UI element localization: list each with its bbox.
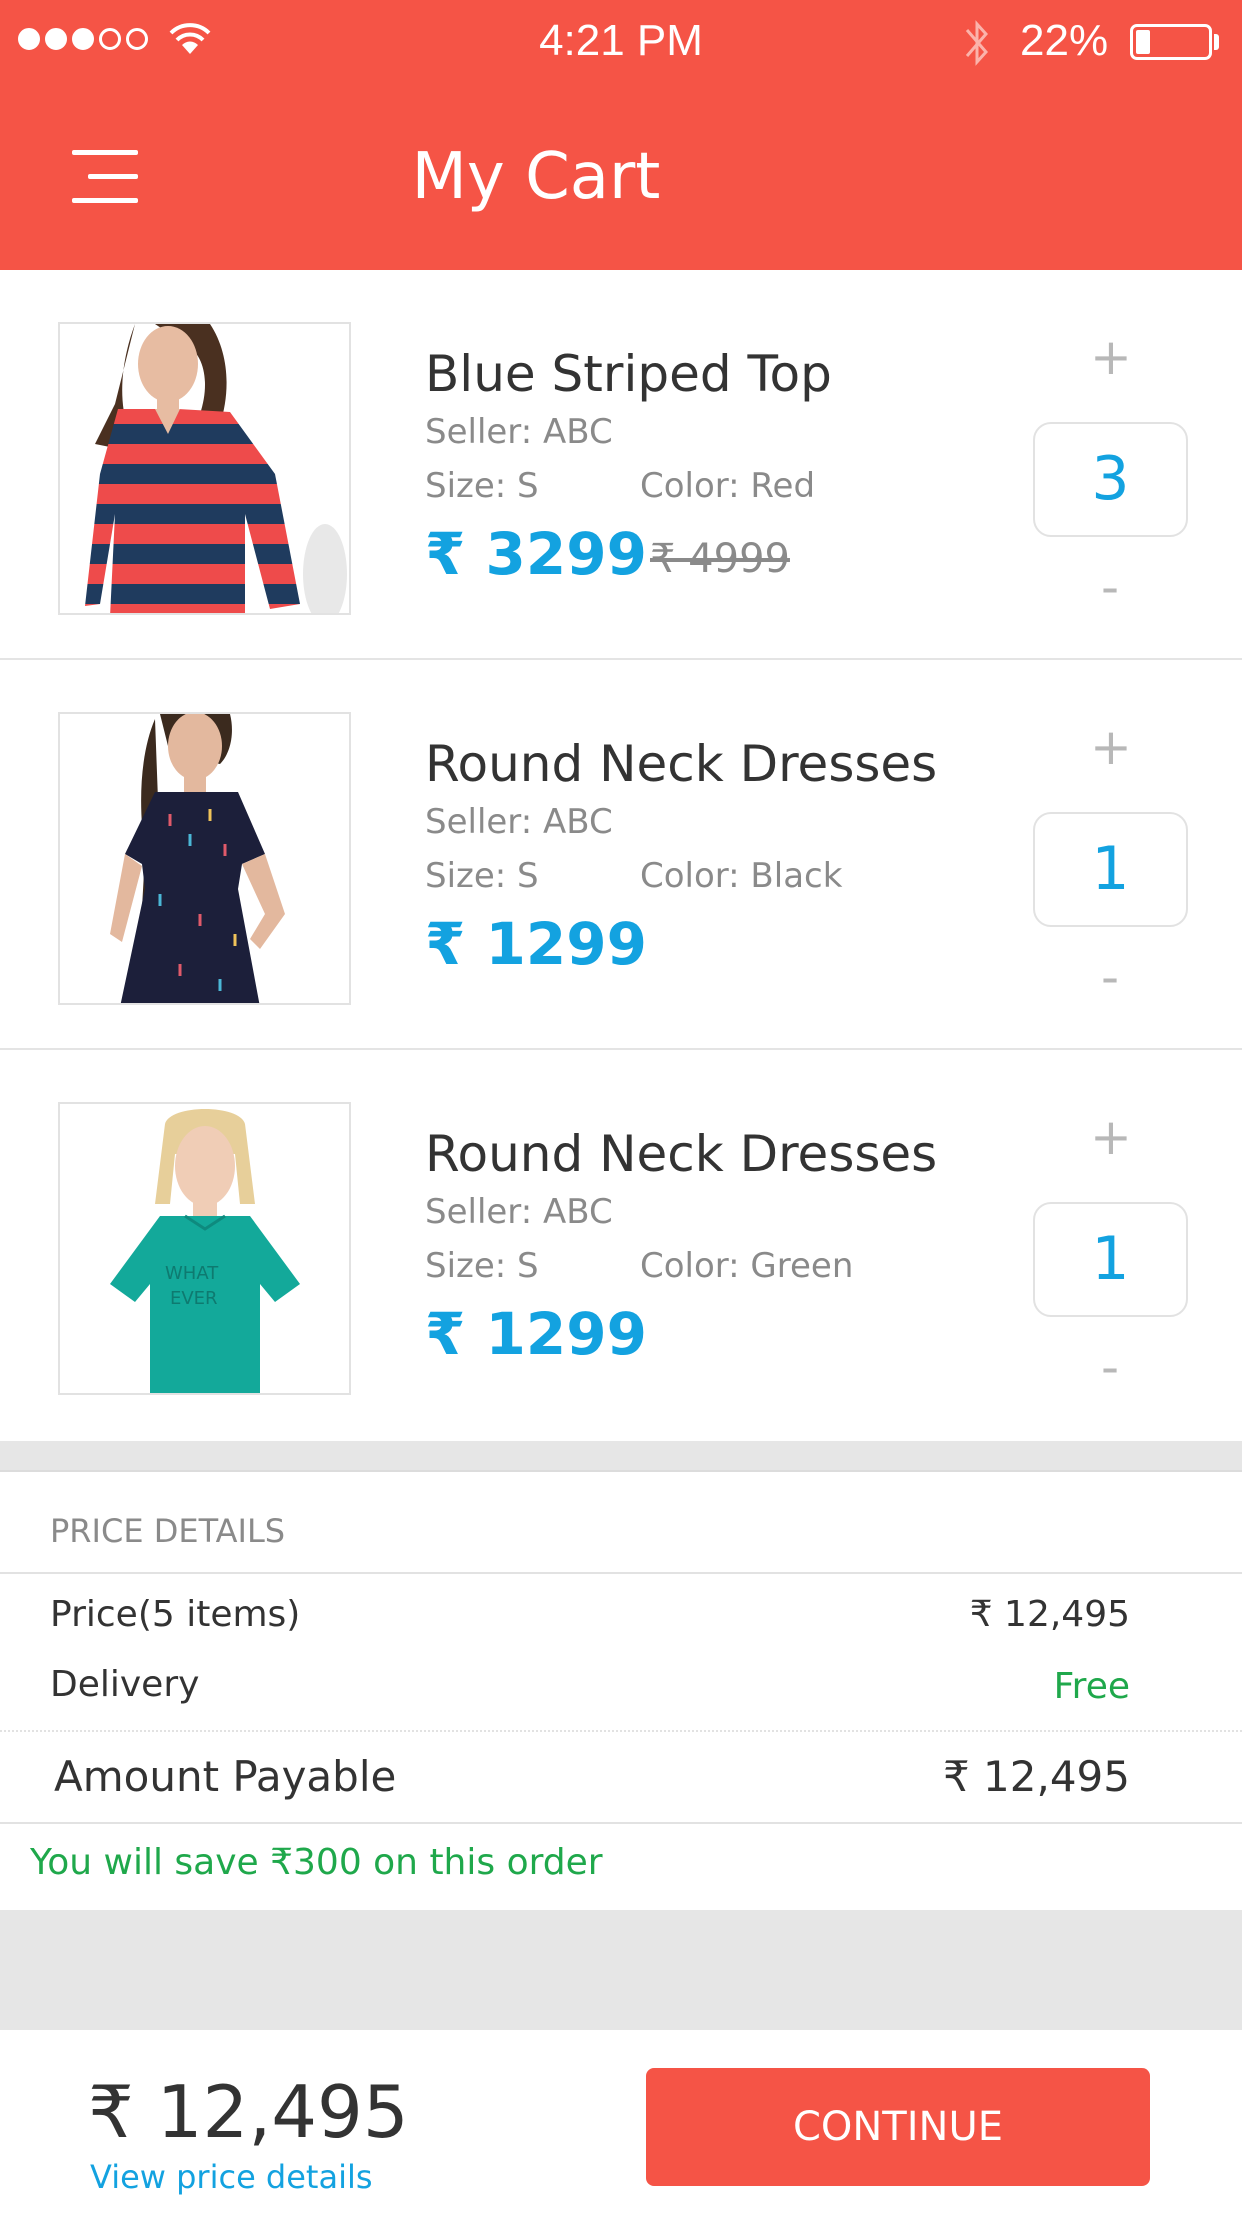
amount-payable-label: Amount Payable: [54, 1752, 397, 1801]
battery-percentage: 22%: [1020, 16, 1109, 65]
black-dress-illustration: [60, 714, 349, 1003]
status-bar: 4:21 PM 22%: [0, 0, 1242, 85]
size-label: Size: S: [425, 856, 539, 896]
product-name[interactable]: Blue Striped Top: [425, 345, 832, 403]
increase-quantity-button[interactable]: +: [1090, 1108, 1132, 1166]
page-title: My Cart: [411, 140, 661, 214]
seller-label: Seller: ABC: [425, 412, 613, 452]
divider: [0, 1730, 1242, 1732]
cart-item[interactable]: Round Neck Dresses Seller: ABC Size: S C…: [0, 660, 1242, 1050]
product-image[interactable]: [58, 322, 351, 615]
checkout-bar: ₹ 12,495 View price details CONTINUE: [0, 2030, 1242, 2215]
product-image[interactable]: [58, 712, 351, 1005]
delivery-label: Delivery: [50, 1664, 200, 1705]
product-price: ₹ 3299: [425, 520, 647, 588]
quantity-value[interactable]: 1: [1033, 812, 1188, 927]
seller-label: Seller: ABC: [425, 802, 613, 842]
app-header: 4:21 PM 22% My Cart: [0, 0, 1242, 270]
green-tshirt-illustration: WHAT EVER: [60, 1104, 349, 1393]
color-label: Color: Green: [640, 1246, 854, 1286]
seller-label: Seller: ABC: [425, 1192, 613, 1232]
divider: [0, 1822, 1242, 1824]
price-value: ₹ 12,495: [969, 1594, 1130, 1635]
price-label: Price(5 items): [50, 1594, 301, 1635]
increase-quantity-button[interactable]: +: [1090, 328, 1132, 386]
quantity-value[interactable]: 3: [1033, 422, 1188, 537]
striped-top-illustration: [60, 324, 349, 613]
decrease-quantity-button[interactable]: -: [1090, 948, 1130, 1006]
product-price: ₹ 1299: [425, 1300, 647, 1368]
size-label: Size: S: [425, 1246, 539, 1286]
continue-button[interactable]: CONTINUE: [646, 2068, 1150, 2186]
price-details-heading: PRICE DETAILS: [50, 1512, 286, 1550]
original-price: ₹ 4999: [650, 536, 790, 582]
battery-icon: [1130, 24, 1212, 60]
bluetooth-icon: [965, 20, 988, 66]
color-label: Color: Red: [640, 466, 816, 506]
delivery-value: Free: [1053, 1666, 1130, 1707]
decrease-quantity-button[interactable]: -: [1090, 1338, 1130, 1396]
cart-item[interactable]: WHAT EVER Round Neck Dresses Seller: ABC…: [0, 1050, 1242, 1441]
product-name[interactable]: Round Neck Dresses: [425, 735, 937, 793]
svg-text:WHAT: WHAT: [165, 1263, 219, 1284]
svg-text:EVER: EVER: [170, 1288, 218, 1309]
size-label: Size: S: [425, 466, 539, 506]
product-name[interactable]: Round Neck Dresses: [425, 1125, 937, 1183]
product-price: ₹ 1299: [425, 910, 647, 978]
view-price-details-link[interactable]: View price details: [90, 2158, 373, 2196]
savings-note: You will save ₹300 on this order: [30, 1842, 603, 1883]
cart-item-list: Blue Striped Top Seller: ABC Size: S Col…: [0, 270, 1242, 1441]
product-image[interactable]: WHAT EVER: [58, 1102, 351, 1395]
quantity-value[interactable]: 1: [1033, 1202, 1188, 1317]
color-label: Color: Black: [640, 856, 843, 896]
divider: [0, 1572, 1242, 1574]
decrease-quantity-button[interactable]: -: [1090, 558, 1130, 616]
total-amount: ₹ 12,495: [88, 2070, 409, 2154]
increase-quantity-button[interactable]: +: [1090, 718, 1132, 776]
amount-payable-value: ₹ 12,495: [942, 1752, 1130, 1801]
cart-item[interactable]: Blue Striped Top Seller: ABC Size: S Col…: [0, 270, 1242, 660]
price-details-panel: PRICE DETAILS Price(5 items) ₹ 12,495 De…: [0, 1470, 1242, 1910]
